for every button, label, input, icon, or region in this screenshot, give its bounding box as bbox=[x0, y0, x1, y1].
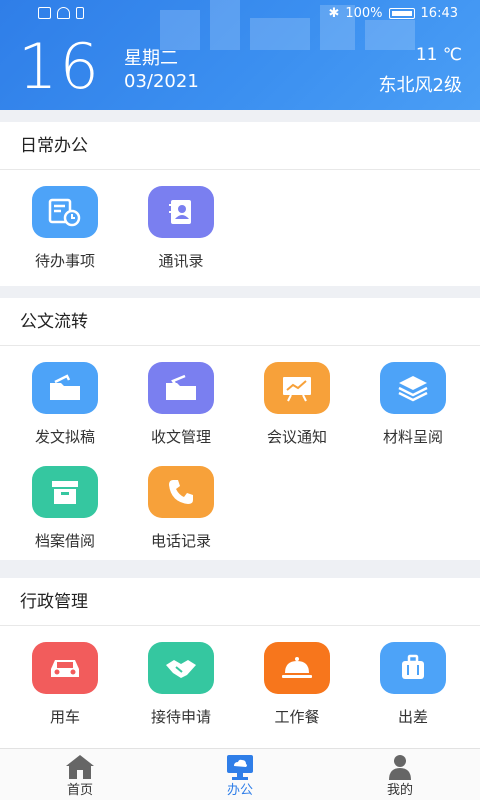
month-year: 03/2021 bbox=[124, 71, 199, 92]
meal-cloche-icon bbox=[264, 642, 330, 694]
item-label: 用车 bbox=[49, 708, 80, 726]
usb-icon bbox=[76, 7, 84, 19]
car-icon bbox=[32, 642, 98, 694]
car-request-button[interactable]: 用车 bbox=[7, 626, 123, 730]
incoming-folder-icon bbox=[148, 362, 214, 414]
phone-record-button[interactable]: 电话记录 bbox=[123, 450, 239, 554]
home-icon bbox=[66, 755, 94, 779]
draft-document-button[interactable]: 发文拟稿 bbox=[7, 346, 123, 450]
layers-stack-icon bbox=[380, 362, 446, 414]
bottom-navigation: 首页 办公 我的 bbox=[0, 748, 480, 800]
handshake-icon bbox=[148, 642, 214, 694]
item-label: 工作餐 bbox=[274, 708, 320, 726]
item-label: 材料呈阅 bbox=[382, 428, 443, 446]
item-label: 接待申请 bbox=[150, 708, 211, 726]
clock: 16:43 bbox=[420, 6, 458, 21]
office-monitor-icon bbox=[227, 755, 253, 780]
sim-icon bbox=[38, 7, 51, 19]
receive-document-button[interactable]: 收文管理 bbox=[123, 346, 239, 450]
status-bar: ✱ 100% 16:43 bbox=[0, 0, 480, 28]
wifi-icon bbox=[57, 7, 70, 19]
battery-icon bbox=[388, 8, 415, 19]
item-label: 发文拟稿 bbox=[34, 428, 95, 446]
date-day: 16 bbox=[18, 30, 101, 103]
nav-office[interactable]: 办公 bbox=[160, 749, 320, 800]
nav-label: 我的 bbox=[386, 783, 413, 798]
item-label: 收文管理 bbox=[150, 428, 211, 446]
phone-icon bbox=[148, 466, 214, 518]
work-meal-button[interactable]: 工作餐 bbox=[239, 626, 355, 730]
item-label: 档案借阅 bbox=[34, 532, 95, 550]
wind: 东北风2级 bbox=[378, 75, 462, 96]
suitcase-icon bbox=[380, 642, 446, 694]
meeting-notice-button[interactable]: 会议通知 bbox=[239, 346, 355, 450]
presentation-board-icon bbox=[264, 362, 330, 414]
section-daily-office: 日常办公 待办事项 通讯录 bbox=[0, 122, 480, 286]
contacts-book-icon bbox=[148, 186, 214, 238]
weekday: 星期二 bbox=[124, 48, 178, 69]
todo-clock-icon bbox=[32, 186, 98, 238]
section-document-flow: 公文流转 发文拟稿 收文管理 会议通知 材料呈阅 档案借阅 电话记录 bbox=[0, 298, 480, 560]
item-label: 通讯录 bbox=[158, 252, 204, 270]
nav-profile[interactable]: 我的 bbox=[320, 749, 480, 800]
archive-borrow-button[interactable]: 档案借阅 bbox=[7, 450, 123, 554]
archive-box-icon bbox=[32, 466, 98, 518]
item-label: 会议通知 bbox=[266, 428, 327, 446]
item-label: 待办事项 bbox=[34, 252, 95, 270]
user-profile-icon bbox=[389, 755, 411, 780]
nav-label: 首页 bbox=[66, 783, 93, 798]
materials-review-button[interactable]: 材料呈阅 bbox=[355, 346, 471, 450]
item-label: 出差 bbox=[397, 708, 428, 726]
header-banner: ✱ 100% 16:43 16 星期二 03/2021 11 ℃ 东北风2级 bbox=[0, 0, 480, 110]
bluetooth-icon: ✱ bbox=[328, 6, 340, 21]
battery-percent: 100% bbox=[345, 6, 383, 21]
item-label: 电话记录 bbox=[150, 532, 211, 550]
section-title: 日常办公 bbox=[0, 122, 480, 170]
section-title: 公文流转 bbox=[0, 298, 480, 346]
nav-label: 办公 bbox=[226, 783, 253, 798]
section-title: 行政管理 bbox=[0, 578, 480, 626]
contacts-button[interactable]: 通讯录 bbox=[123, 170, 239, 274]
nav-home[interactable]: 首页 bbox=[0, 749, 160, 800]
business-trip-button[interactable]: 出差 bbox=[355, 626, 471, 730]
reception-request-button[interactable]: 接待申请 bbox=[123, 626, 239, 730]
outgoing-folder-icon bbox=[32, 362, 98, 414]
temperature: 11 ℃ bbox=[415, 45, 462, 65]
section-admin: 行政管理 用车 接待申请 工作餐 出差 bbox=[0, 578, 480, 748]
todo-button[interactable]: 待办事项 bbox=[7, 170, 123, 274]
